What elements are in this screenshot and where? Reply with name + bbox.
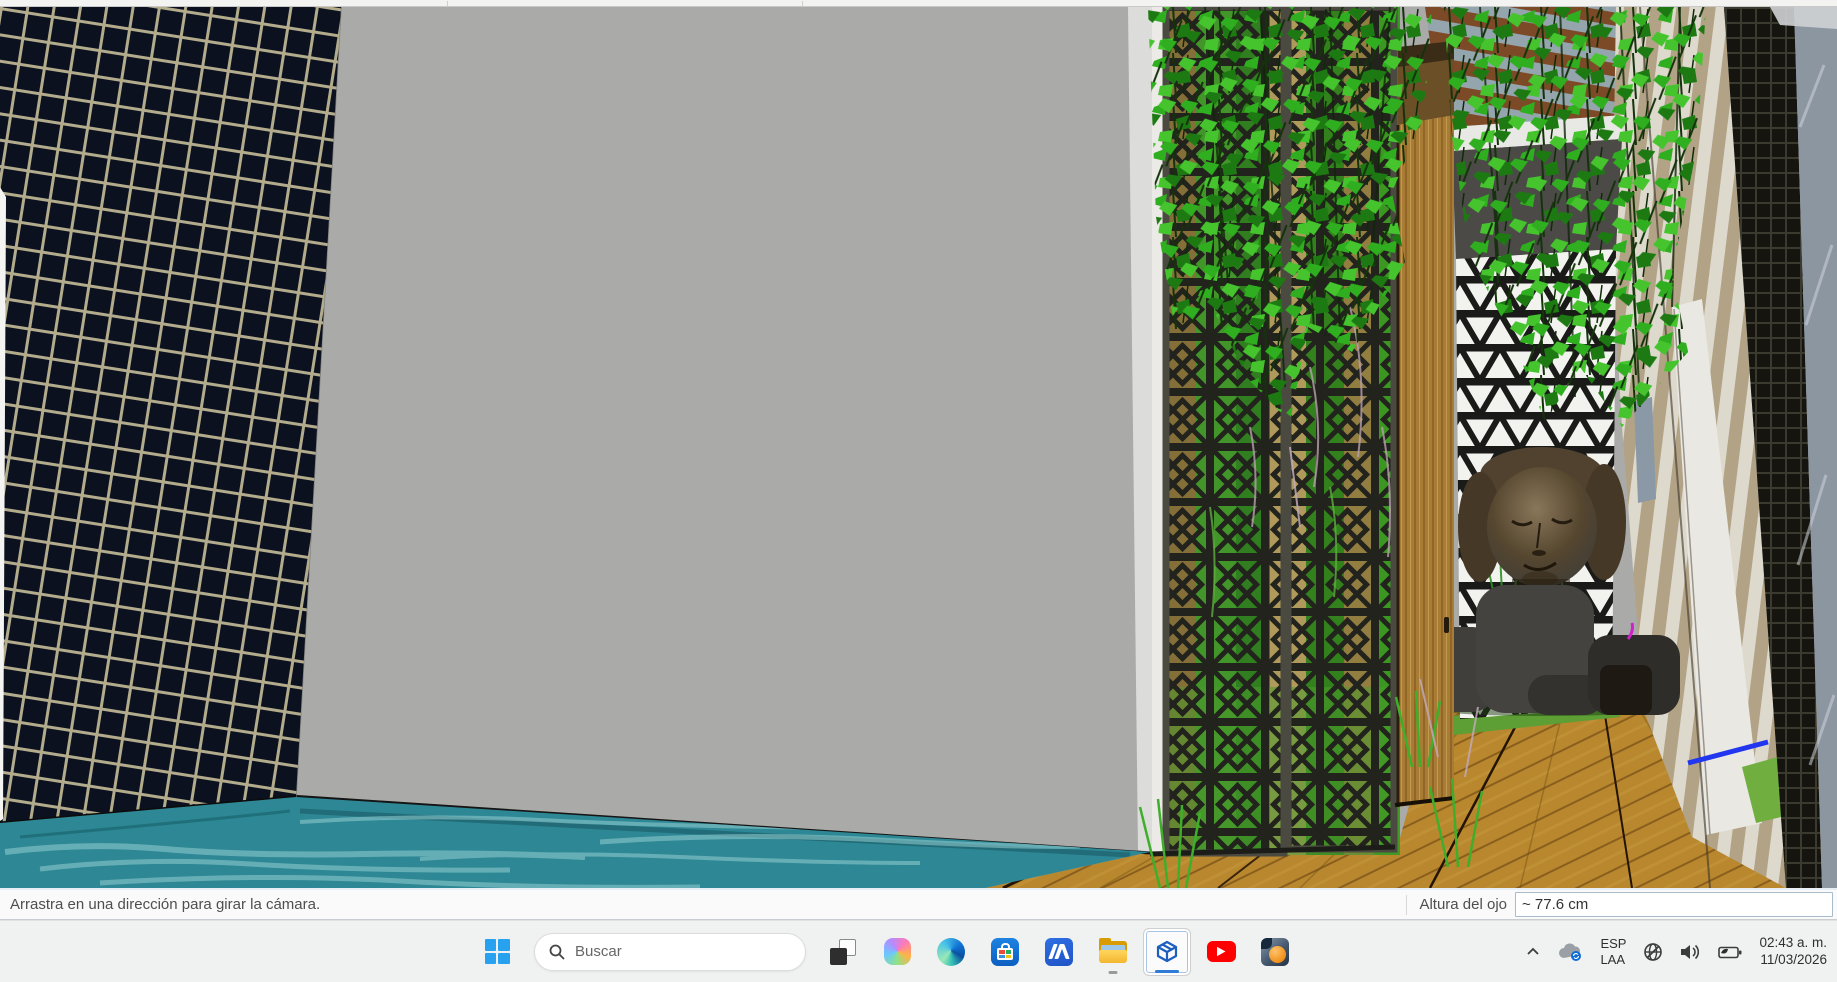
windows-logo-icon <box>485 939 510 964</box>
buddha-statue <box>1458 447 1626 601</box>
sketchup-icon <box>1152 937 1182 967</box>
network-button[interactable] <box>1639 938 1667 966</box>
toolbar-divider <box>802 1 803 6</box>
taskbar: ESP LAA <box>0 920 1837 982</box>
game-button[interactable] <box>1251 928 1299 976</box>
statusbar-divider <box>1406 895 1407 915</box>
onedrive-cloud-icon <box>1556 942 1584 962</box>
language-indicator[interactable]: ESP LAA <box>1596 934 1630 969</box>
eye-height-label: Altura del ojo <box>1419 896 1507 913</box>
clock[interactable]: 02:43 a. m. 11/03/2026 <box>1755 933 1831 971</box>
eye-height-input[interactable] <box>1515 892 1833 917</box>
search-input[interactable] <box>575 943 791 960</box>
gray-wall <box>290 7 1152 853</box>
file-explorer-icon <box>1099 941 1127 963</box>
store-icon <box>991 938 1019 966</box>
language-line1: ESP <box>1600 936 1626 952</box>
game-icon <box>1261 938 1289 966</box>
archicad-button[interactable] <box>1035 928 1083 976</box>
archicad-icon <box>1045 938 1073 966</box>
task-view-button[interactable] <box>819 928 867 976</box>
battery-saver-icon <box>1716 943 1743 961</box>
statusbar: Arrastra en una dirección para girar la … <box>0 888 1837 920</box>
language-line2: LAA <box>1600 952 1626 968</box>
battery-button[interactable] <box>1713 940 1746 964</box>
speaker-icon <box>1679 943 1701 961</box>
start-button[interactable] <box>473 928 521 976</box>
edge-icon <box>937 938 965 966</box>
toolbar-divider <box>447 1 448 6</box>
copilot-button[interactable] <box>873 928 921 976</box>
running-indicator <box>1109 971 1118 974</box>
active-indicator <box>1155 970 1179 973</box>
microsoft-store-button[interactable] <box>981 928 1029 976</box>
statusbar-hint: Arrastra en una dirección para girar la … <box>0 896 320 913</box>
sketchup-button[interactable] <box>1143 928 1191 976</box>
youtube-button[interactable] <box>1197 928 1245 976</box>
copilot-icon <box>884 938 911 965</box>
taskbar-search[interactable] <box>534 933 806 971</box>
system-tray: ESP LAA <box>1522 921 1831 982</box>
tray-date: 11/03/2026 <box>1759 952 1827 969</box>
task-view-icon <box>830 939 856 965</box>
tiled-wall <box>0 7 341 823</box>
desktop: Arrastra en una dirección para girar la … <box>0 0 1837 982</box>
file-explorer-button[interactable] <box>1089 928 1137 976</box>
tray-chevron-button[interactable] <box>1522 942 1544 962</box>
sketchup-viewport[interactable] <box>0 7 1837 888</box>
edge-button[interactable] <box>927 928 975 976</box>
youtube-icon <box>1207 941 1236 962</box>
onedrive-button[interactable] <box>1553 939 1587 965</box>
globe-offline-icon <box>1642 941 1664 963</box>
toolbar-strip <box>0 0 1837 7</box>
chevron-up-icon <box>1525 945 1541 959</box>
search-icon <box>549 944 565 960</box>
tray-time: 02:43 a. m. <box>1759 935 1827 952</box>
volume-button[interactable] <box>1676 940 1704 964</box>
